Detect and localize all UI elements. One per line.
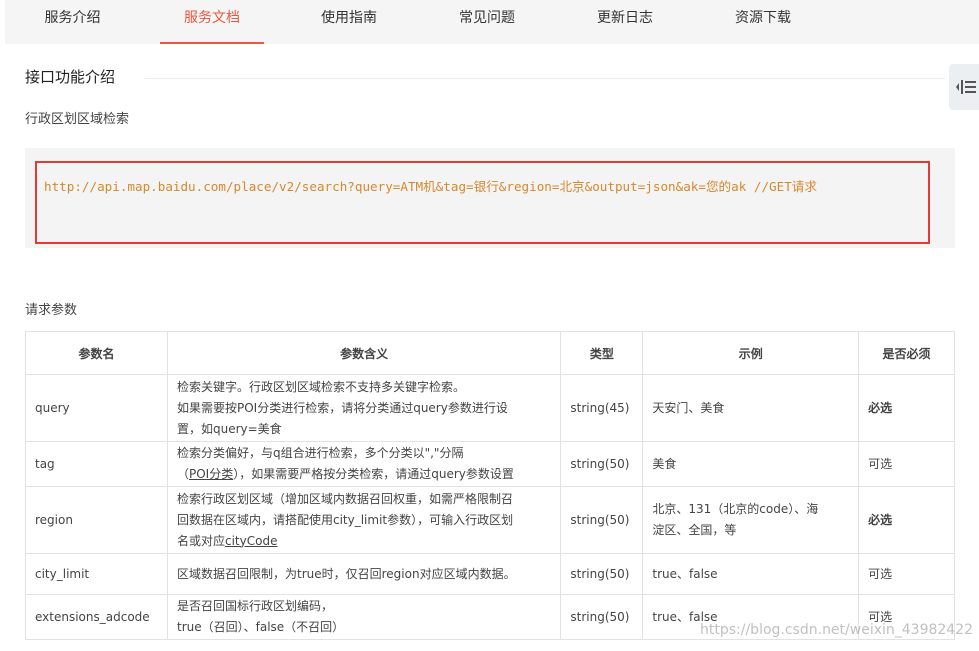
request-params-title: 请求参数 <box>25 303 78 318</box>
params-table: 参数名 参数含义 类型 示例 是否必须 query 检索关键字。行政区划区域检索… <box>25 331 955 640</box>
param-type: string(50) <box>560 553 644 595</box>
param-name: query <box>25 374 168 442</box>
param-type: string(50) <box>560 441 644 487</box>
section-title: 接口功能介绍 <box>25 68 116 86</box>
param-name: tag <box>25 441 168 487</box>
tab-downloads[interactable]: 资源下载 <box>709 0 817 44</box>
param-required: 必选 <box>858 374 955 442</box>
meaning-line: 检索关键字。行政区划区域检索不支持多关键字检索。 <box>176 379 465 394</box>
meaning-line: true（召回）、false（不召回） <box>176 620 345 634</box>
sub-title: 行政区划区域检索 <box>25 112 130 127</box>
meaning-text: 名或对应 <box>176 533 225 548</box>
param-example: 天安门、美食 <box>642 374 860 442</box>
collapse-menu-icon <box>956 80 976 94</box>
param-type: string(45) <box>560 374 644 442</box>
tab-service-docs[interactable]: 服务文档 <box>160 0 264 44</box>
param-meaning: 是否召回国标行政区划编码， true（召回）、false（不召回） <box>166 594 562 640</box>
param-required: 可选 <box>858 553 955 595</box>
meaning-line: 是否召回国标行政区划编码， <box>176 599 333 613</box>
param-name: region <box>25 486 168 554</box>
section-divider <box>145 78 945 79</box>
table-row: city_limit 区域数据召回限制，为true时，仅召回region对应区域… <box>25 553 955 595</box>
column-header: 参数名 <box>25 331 168 375</box>
param-meaning: 检索行政区划区域（增加区域内数据召回权重，如需严格限制召 回数据在区域内，请搭配… <box>166 486 562 554</box>
meaning-line: 置，如query=美食 <box>176 421 282 436</box>
meaning-line: 名或对应cityCode <box>177 531 551 552</box>
table-header-row: 参数名 参数含义 类型 示例 是否必须 <box>25 331 955 375</box>
example-line: 北京、131（北京的code）、海 <box>652 502 819 516</box>
table-row: tag 检索分类偏好，与q组合进行检索，多个分类以","分隔 （POI分类），如… <box>25 441 955 487</box>
param-name: extensions_adcode <box>25 594 168 640</box>
meaning-text: （ <box>176 467 189 481</box>
poi-category-link[interactable]: POI分类 <box>189 467 233 481</box>
tab-usage-guide[interactable]: 使用指南 <box>295 0 403 44</box>
column-header: 是否必须 <box>858 331 955 375</box>
tab-faq[interactable]: 常见问题 <box>433 0 541 44</box>
param-example: true、false <box>642 553 860 595</box>
param-required: 可选 <box>858 441 955 487</box>
meaning-line: 回数据在区域内，请搭配使用city_limit参数），可输入行政区划 <box>176 512 514 527</box>
column-header: 示例 <box>642 331 860 375</box>
table-row: region 检索行政区划区域（增加区域内数据召回权重，如需严格限制召 回数据在… <box>25 486 955 554</box>
param-type: string(50) <box>560 594 644 640</box>
code-block: http://api.map.baidu.com/place/v2/search… <box>25 148 955 248</box>
param-name: city_limit <box>25 553 168 595</box>
column-header: 参数含义 <box>166 331 562 375</box>
watermark: https://blog.csdn.net/weixin_43982422 <box>700 622 974 638</box>
tab-changelog[interactable]: 更新日志 <box>571 0 679 44</box>
column-header: 类型 <box>560 331 644 375</box>
meaning-text: ），如果需要严格按分类检索，请通过query参数设置 <box>233 467 514 481</box>
tab-service-intro[interactable]: 服务介绍 <box>5 0 140 44</box>
meaning-line: 检索分类偏好，与q组合进行检索，多个分类以","分隔 <box>176 446 464 460</box>
param-type: string(50) <box>560 486 644 554</box>
param-meaning: 检索关键字。行政区划区域检索不支持多关键字检索。 如果需要按POI分类进行检索，… <box>166 374 562 442</box>
example-line: 淀区、全国，等 <box>652 523 737 537</box>
meaning-line: 如果需要按POI分类进行检索，请将分类通过query参数进行设 <box>176 400 508 415</box>
side-toc-button[interactable] <box>949 64 979 110</box>
param-example: 北京、131（北京的code）、海 淀区、全国，等 <box>642 486 860 554</box>
table-row: query 检索关键字。行政区划区域检索不支持多关键字检索。 如果需要按POI分… <box>25 374 955 442</box>
param-example: 美食 <box>642 441 860 487</box>
citycode-link[interactable]: cityCode <box>225 534 277 548</box>
meaning-line: （POI分类），如果需要严格按分类检索，请通过query参数设置 <box>177 464 551 485</box>
meaning-line: 检索行政区划区域（增加区域内数据召回权重，如需严格限制召 <box>176 491 513 506</box>
doc-tab-bar: 服务介绍 服务文档 使用指南 常见问题 更新日志 资源下载 <box>5 0 979 44</box>
request-url-code: http://api.map.baidu.com/place/v2/search… <box>35 161 930 244</box>
param-required: 必选 <box>858 486 955 554</box>
param-meaning: 区域数据召回限制，为true时，仅召回region对应区域内数据。 <box>166 553 562 595</box>
param-meaning: 检索分类偏好，与q组合进行检索，多个分类以","分隔 （POI分类），如果需要严… <box>166 441 562 487</box>
